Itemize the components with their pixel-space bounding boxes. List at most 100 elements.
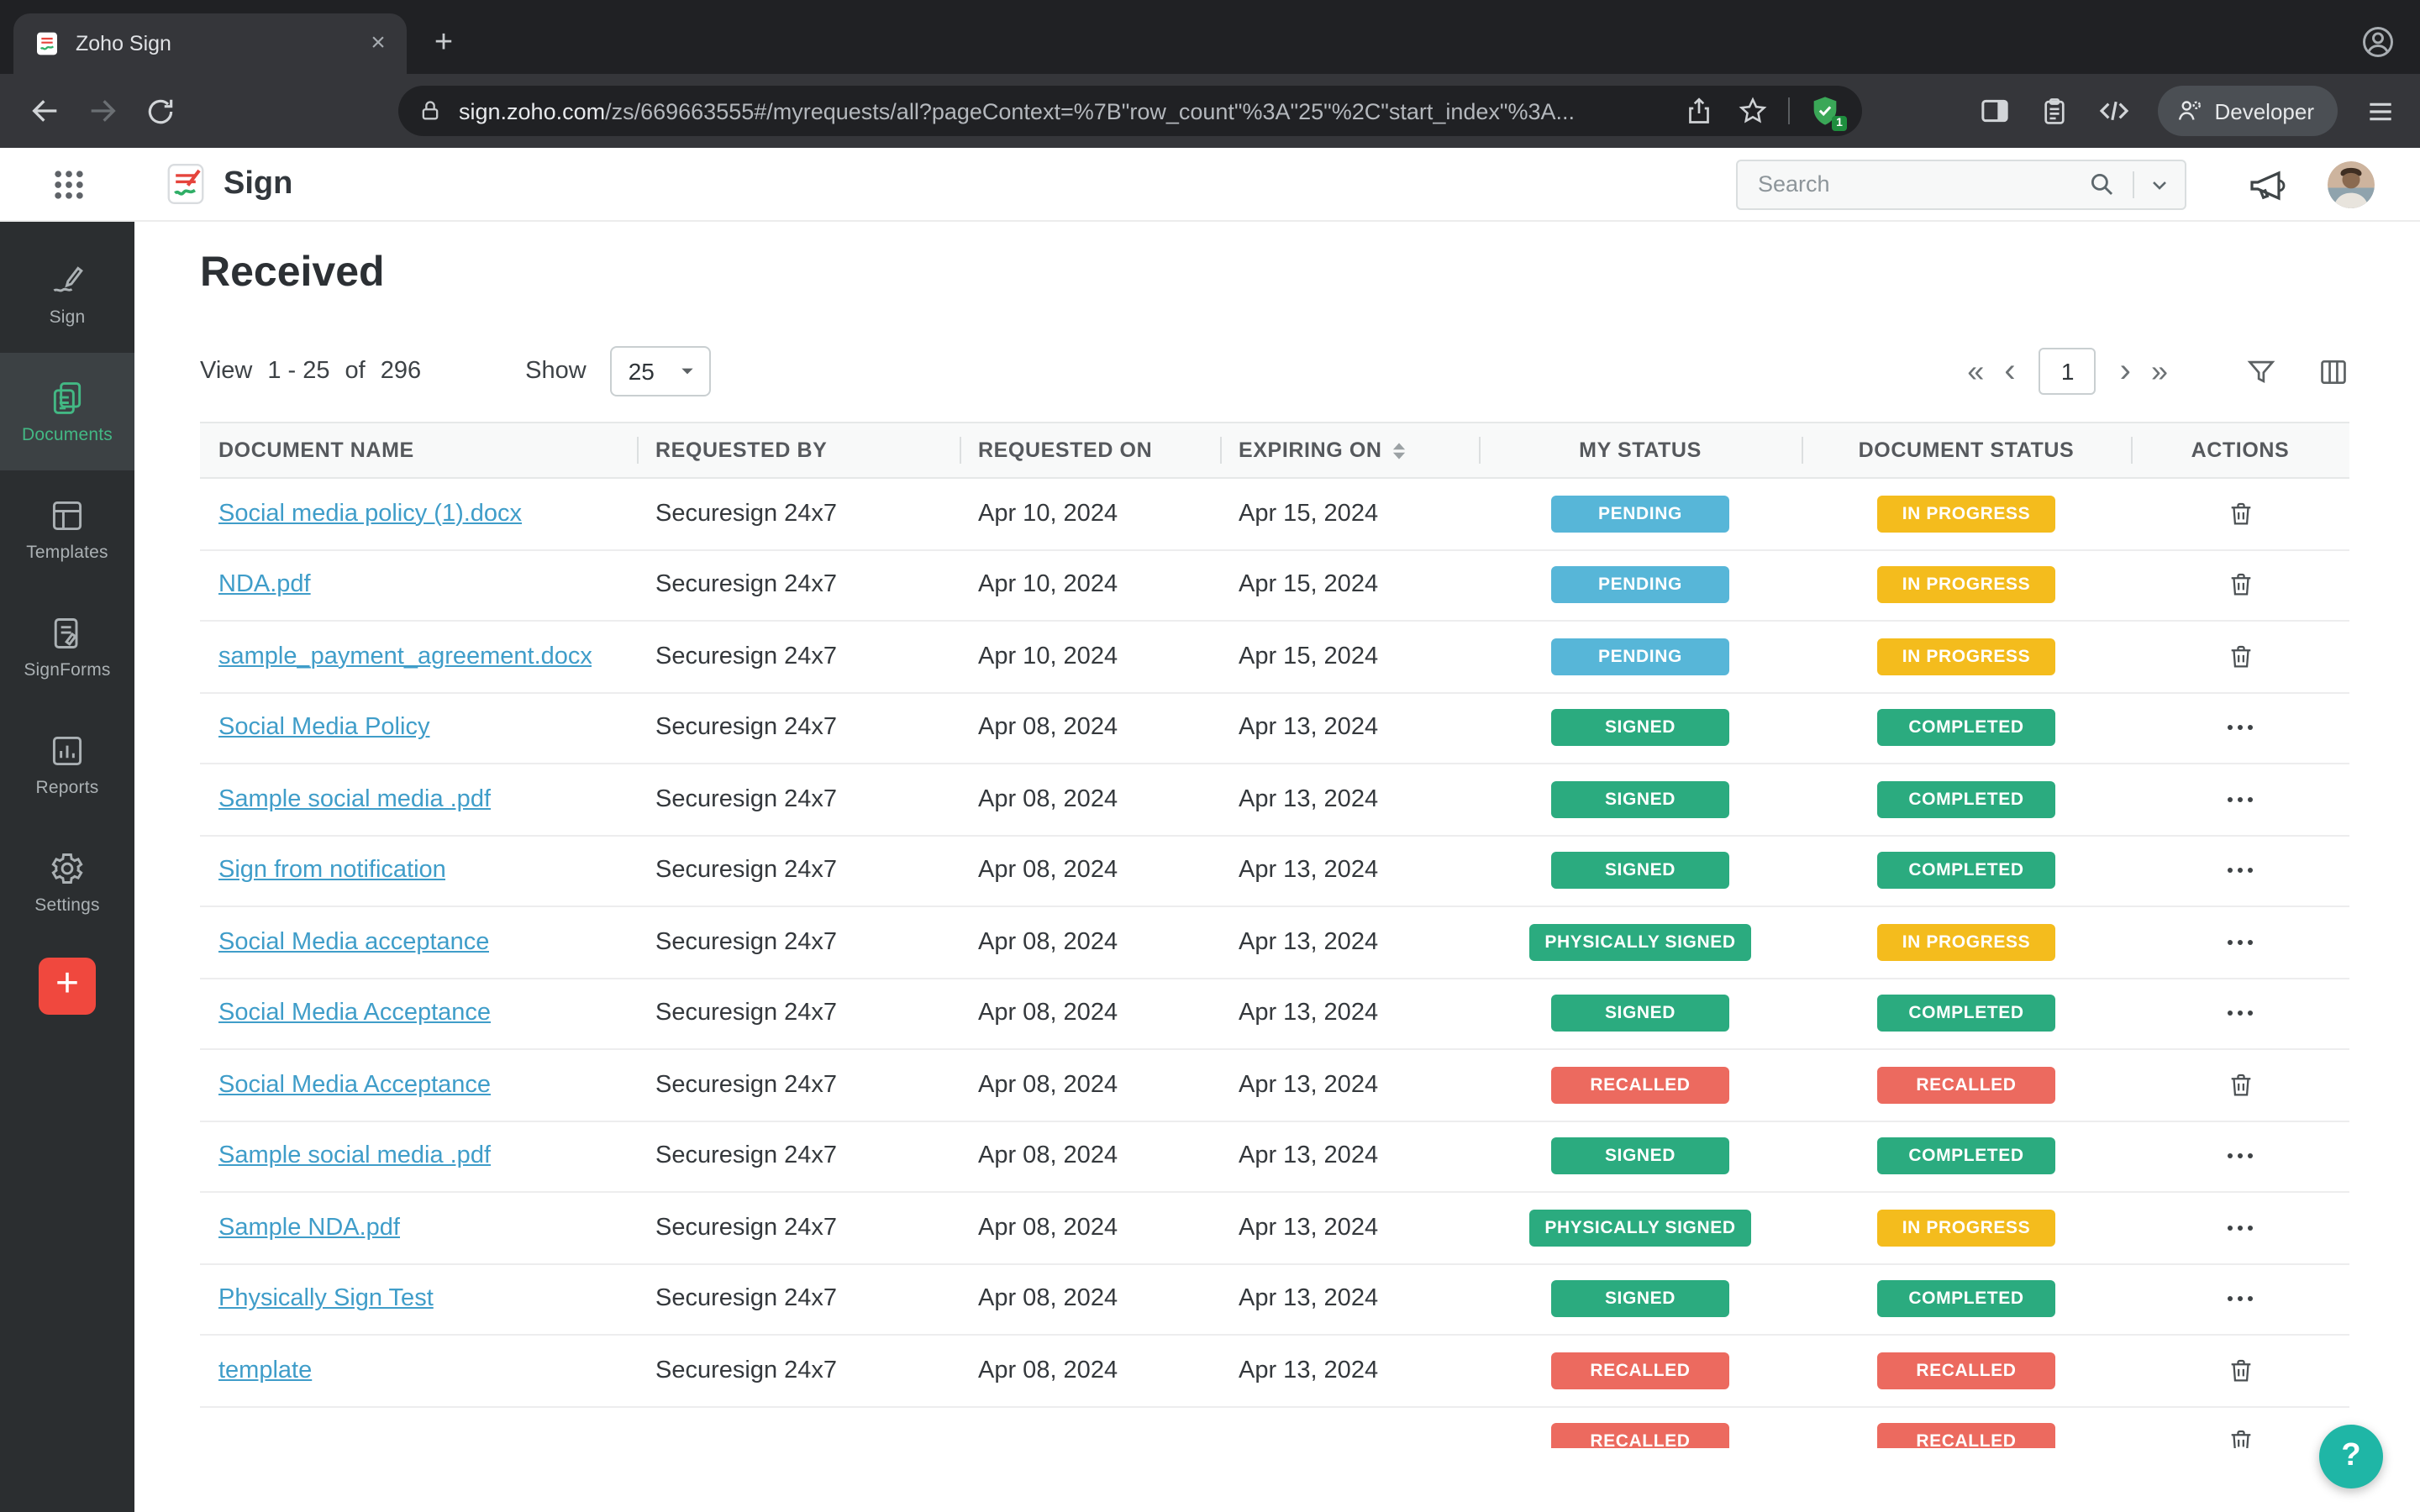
clipboard-icon[interactable] bbox=[2038, 95, 2070, 127]
browser-window: Zoho Sign × + sign.zoho.com/zs/669663555… bbox=[0, 0, 2420, 1512]
requested-by-cell: Securesign 24x7 bbox=[655, 1285, 838, 1313]
delete-button[interactable] bbox=[2219, 492, 2261, 536]
more-actions-button[interactable] bbox=[2218, 1002, 2262, 1026]
rows-per-page-select[interactable]: 25 bbox=[609, 346, 711, 396]
requested-on-cell: Apr 10, 2024 bbox=[978, 500, 1118, 528]
requested-on-cell: Apr 08, 2024 bbox=[978, 1142, 1118, 1170]
first-page-button[interactable]: « bbox=[1957, 348, 1994, 395]
sidebar-item-sign[interactable]: Sign bbox=[0, 235, 134, 353]
table-row: Physically Sign Test Securesign 24x7 Apr… bbox=[200, 1264, 2349, 1336]
templates-icon bbox=[52, 500, 82, 530]
my-status-badge: PENDING bbox=[1551, 638, 1729, 675]
search-icon[interactable] bbox=[2087, 170, 2116, 198]
column-header-expiring-on[interactable]: EXPIRING ON bbox=[1220, 423, 1479, 477]
apps-grid-icon[interactable] bbox=[50, 165, 87, 202]
document-name-link[interactable]: Physically Sign Test bbox=[218, 1286, 434, 1313]
my-status-badge: PHYSICALLY SIGNED bbox=[1529, 923, 1751, 961]
tab-title: Zoho Sign bbox=[76, 32, 171, 55]
document-name-link[interactable]: Sign from notification bbox=[218, 858, 446, 885]
last-page-button[interactable]: » bbox=[2141, 348, 2178, 395]
browser-toolbar: sign.zoho.com/zs/669663555#/myrequests/a… bbox=[0, 74, 2420, 148]
new-tab-button[interactable]: + bbox=[422, 22, 466, 66]
sort-icon[interactable] bbox=[1392, 441, 1407, 459]
document-name-link[interactable]: Social Media acceptance bbox=[218, 929, 489, 956]
toolbar-right-cluster: Developer bbox=[1950, 86, 2396, 136]
more-actions-button[interactable] bbox=[2218, 859, 2262, 883]
signforms-icon bbox=[54, 617, 78, 648]
delete-button[interactable] bbox=[2219, 564, 2261, 607]
sidebar-item-label: Reports bbox=[35, 777, 99, 797]
developer-button[interactable]: Developer bbox=[2157, 86, 2338, 136]
delete-button[interactable] bbox=[2219, 1063, 2261, 1107]
add-document-button[interactable]: + bbox=[39, 958, 96, 1015]
settings-gear-icon bbox=[51, 853, 83, 883]
expiring-on-cell: Apr 13, 2024 bbox=[1239, 1357, 1379, 1384]
padlock-icon bbox=[418, 99, 442, 123]
document-status-badge: IN PROGRESS bbox=[1877, 495, 2055, 533]
table-row: Social Media Acceptance Securesign 24x7 … bbox=[200, 1050, 2349, 1121]
browser-profile-icon[interactable] bbox=[2360, 24, 2396, 60]
user-avatar[interactable] bbox=[2328, 160, 2375, 207]
filter-icon[interactable] bbox=[2245, 355, 2277, 387]
omnibox-divider bbox=[1788, 97, 1790, 124]
search-box[interactable] bbox=[1736, 159, 2186, 209]
code-icon[interactable] bbox=[2096, 94, 2130, 128]
document-status-badge: IN PROGRESS bbox=[1877, 923, 2055, 961]
back-button[interactable] bbox=[20, 86, 71, 136]
search-options-chevron-icon[interactable] bbox=[2148, 172, 2171, 196]
search-divider bbox=[2133, 171, 2134, 197]
tab-close-icon[interactable]: × bbox=[363, 29, 393, 59]
more-actions-button[interactable] bbox=[2218, 1288, 2262, 1311]
document-name-link[interactable]: Sample social media .pdf bbox=[218, 786, 491, 813]
column-header-document-status: DOCUMENT STATUS bbox=[1802, 423, 2131, 477]
sidebar-item-documents[interactable]: Documents bbox=[0, 353, 134, 470]
delete-button[interactable] bbox=[2219, 635, 2261, 679]
search-input[interactable] bbox=[1758, 171, 2074, 197]
side-panel-icon[interactable] bbox=[1977, 94, 2011, 128]
page-number-input[interactable]: 1 bbox=[2039, 348, 2096, 395]
document-name-link[interactable]: Sample social media .pdf bbox=[218, 1143, 491, 1170]
forward-button[interactable] bbox=[77, 86, 128, 136]
document-name-link[interactable]: template bbox=[218, 1357, 312, 1384]
sidebar-item-settings[interactable]: Settings bbox=[0, 823, 134, 941]
requested-on-cell: Apr 10, 2024 bbox=[978, 643, 1118, 670]
browser-menu-icon[interactable] bbox=[2365, 95, 2396, 127]
document-name-link[interactable]: sample_payment_agreement.docx bbox=[218, 643, 592, 670]
document-name-link[interactable]: Social Media Policy bbox=[218, 715, 429, 742]
more-actions-button[interactable] bbox=[2218, 788, 2262, 811]
column-header-my-status: MY STATUS bbox=[1479, 423, 1802, 477]
document-name-link[interactable]: Social Media Acceptance bbox=[218, 1072, 491, 1099]
bookmark-star-icon[interactable] bbox=[1738, 96, 1768, 126]
document-name-link[interactable]: NDA.pdf bbox=[218, 572, 311, 599]
prev-page-button[interactable]: ‹ bbox=[1994, 348, 2025, 395]
requested-by-cell: Securesign 24x7 bbox=[655, 1214, 838, 1242]
reload-button[interactable] bbox=[134, 86, 185, 136]
sidebar-item-reports[interactable]: Reports bbox=[0, 706, 134, 823]
sidebar-item-templates[interactable]: Templates bbox=[0, 470, 134, 588]
url-bar[interactable]: sign.zoho.com/zs/669663555#/myrequests/a… bbox=[398, 86, 1862, 136]
document-name-link[interactable]: Social media policy (1).docx bbox=[218, 501, 522, 528]
delete-button[interactable] bbox=[2219, 1349, 2261, 1393]
share-icon[interactable] bbox=[1684, 96, 1714, 126]
table-row: Sample NDA.pdf Securesign 24x7 Apr 08, 2… bbox=[200, 1193, 2349, 1264]
expiring-on-cell: Apr 13, 2024 bbox=[1239, 928, 1379, 956]
more-actions-button[interactable] bbox=[2218, 1145, 2262, 1168]
reports-icon bbox=[52, 735, 82, 765]
requested-on-cell: Apr 08, 2024 bbox=[978, 1285, 1118, 1313]
shield-extension-icon[interactable]: 1 bbox=[1808, 94, 1847, 131]
requested-by-cell: Securesign 24x7 bbox=[655, 714, 838, 742]
next-page-button[interactable]: › bbox=[2110, 348, 2141, 395]
sidebar-item-signforms[interactable]: SignForms bbox=[0, 588, 134, 706]
more-actions-button[interactable] bbox=[2218, 1216, 2262, 1240]
browser-tab[interactable]: Zoho Sign × bbox=[13, 13, 407, 74]
more-actions-button[interactable] bbox=[2218, 931, 2262, 954]
table-row: sample_payment_agreement.docx Securesign… bbox=[200, 622, 2349, 693]
document-name-link[interactable]: Sample NDA.pdf bbox=[218, 1215, 400, 1242]
document-name-link[interactable]: Social Media Acceptance bbox=[218, 1000, 491, 1027]
announcements-icon[interactable] bbox=[2247, 164, 2287, 204]
delete-button[interactable] bbox=[2219, 1420, 2261, 1448]
select-caret-icon bbox=[681, 368, 693, 375]
manage-columns-icon[interactable] bbox=[2317, 355, 2349, 387]
help-button[interactable]: ? bbox=[2319, 1425, 2383, 1488]
more-actions-button[interactable] bbox=[2218, 717, 2262, 740]
